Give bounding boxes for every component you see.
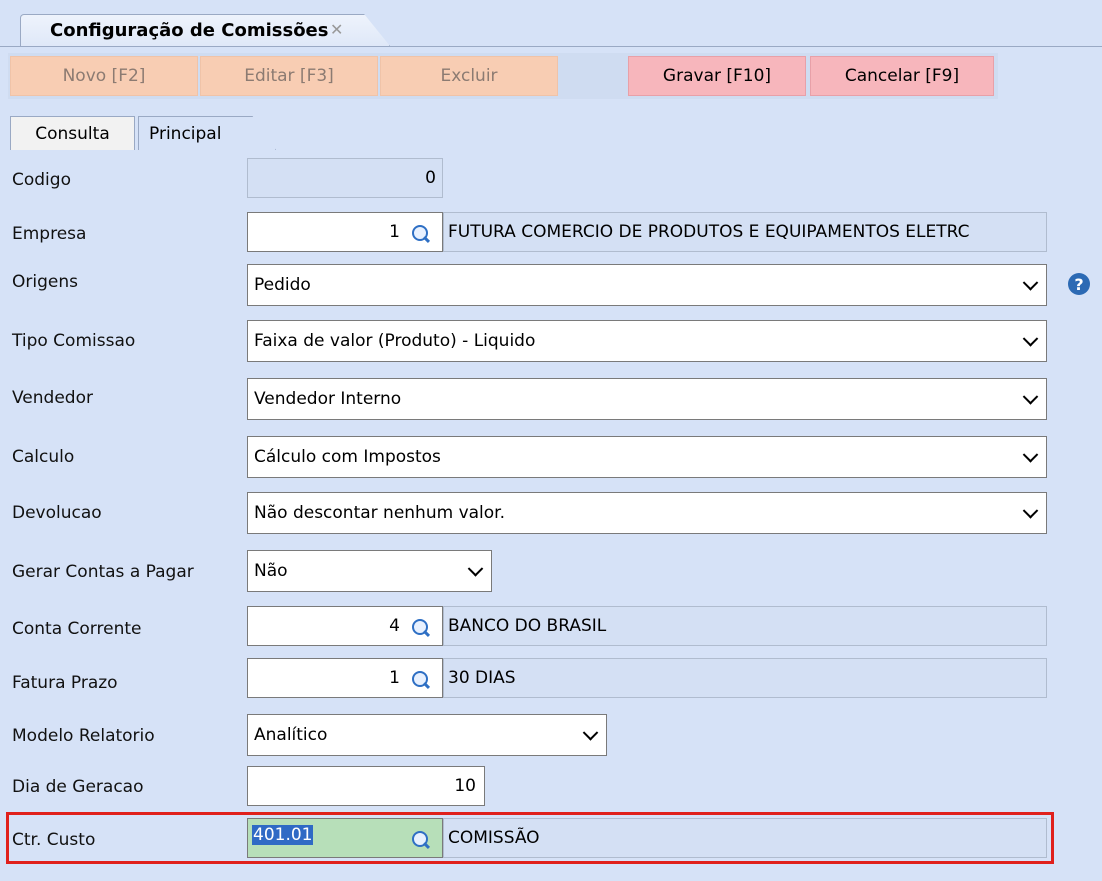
tipo-comissao-select[interactable]: Faixa de valor (Produto) - Liquido	[247, 320, 1047, 362]
fatura-prazo-description-text: 30 DIAS	[448, 668, 516, 688]
codigo-field: 0	[247, 158, 443, 198]
help-icon[interactable]: ?	[1068, 273, 1090, 295]
chevron-down-icon	[1022, 503, 1039, 519]
empresa-description: FUTURA COMERCIO DE PRODUTOS E EQUIPAMENT…	[443, 212, 1047, 252]
excluir-button[interactable]: Excluir	[380, 56, 558, 96]
vendedor-value: Vendedor Interno	[254, 389, 402, 409]
ctr-custo-code-input[interactable]: 401.01	[247, 818, 443, 858]
gerar-contas-value: Não	[254, 561, 288, 581]
chevron-down-icon	[1022, 447, 1039, 463]
dia-geracao-input[interactable]: 10	[247, 766, 485, 806]
editar-button[interactable]: Editar [F3]	[200, 56, 378, 96]
dia-geracao-value: 10	[454, 776, 476, 796]
conta-corrente-description: BANCO DO BRASIL	[443, 606, 1047, 646]
chevron-down-icon	[1022, 331, 1039, 347]
chevron-down-icon	[1022, 389, 1039, 405]
modelo-relatorio-select[interactable]: Analítico	[247, 714, 607, 756]
empresa-label: Empresa	[12, 224, 87, 244]
tipo-comissao-label: Tipo Comissao	[12, 331, 136, 351]
tab-principal[interactable]: Principal	[138, 116, 276, 150]
codigo-value: 0	[425, 168, 436, 188]
empresa-code-input[interactable]: 1	[247, 212, 443, 252]
fatura-prazo-label: Fatura Prazo	[12, 673, 118, 693]
window-tab-title: Configuração de Comissões	[50, 20, 329, 41]
fatura-prazo-code: 1	[389, 668, 400, 688]
ctr-custo-description-text: COMISSÃO	[448, 828, 540, 848]
chevron-down-icon	[582, 725, 599, 741]
calculo-label: Calculo	[12, 447, 75, 467]
origens-value: Pedido	[254, 275, 311, 295]
devolucao-value: Não descontar nenhum valor.	[254, 503, 505, 523]
codigo-label: Codigo	[12, 170, 71, 190]
chevron-down-icon	[467, 561, 484, 577]
lookup-icon[interactable]	[412, 619, 428, 635]
dia-geracao-label: Dia de Geracao	[12, 777, 144, 797]
ctr-custo-label: Ctr. Custo	[12, 830, 96, 850]
empresa-code: 1	[389, 222, 400, 242]
close-icon[interactable]: ✕	[330, 20, 343, 39]
devolucao-select[interactable]: Não descontar nenhum valor.	[247, 492, 1047, 534]
origens-label: Origens	[12, 272, 78, 292]
lookup-icon[interactable]	[412, 225, 428, 241]
gerar-contas-select[interactable]: Não	[247, 550, 492, 592]
ctr-custo-code: 401.01	[252, 825, 314, 845]
fatura-prazo-code-input[interactable]: 1	[247, 658, 443, 698]
cancelar-button[interactable]: Cancelar [F9]	[810, 56, 994, 96]
conta-corrente-code: 4	[389, 616, 400, 636]
conta-corrente-description-text: BANCO DO BRASIL	[448, 616, 607, 636]
empresa-description-text: FUTURA COMERCIO DE PRODUTOS E EQUIPAMENT…	[448, 222, 970, 242]
gravar-button[interactable]: Gravar [F10]	[628, 56, 806, 96]
conta-corrente-code-input[interactable]: 4	[247, 606, 443, 646]
devolucao-label: Devolucao	[12, 503, 102, 523]
tab-consulta[interactable]: Consulta	[10, 116, 135, 150]
lookup-icon[interactable]	[412, 671, 428, 687]
conta-corrente-label: Conta Corrente	[12, 619, 142, 639]
vendedor-select[interactable]: Vendedor Interno	[247, 378, 1047, 420]
vendedor-label: Vendedor	[12, 388, 93, 408]
calculo-value: Cálculo com Impostos	[254, 447, 441, 467]
ctr-custo-description: COMISSÃO	[443, 818, 1047, 858]
modelo-relatorio-value: Analítico	[254, 725, 328, 745]
tipo-comissao-value: Faixa de valor (Produto) - Liquido	[254, 331, 536, 351]
gerar-contas-label: Gerar Contas a Pagar	[12, 562, 194, 582]
lookup-icon[interactable]	[412, 831, 428, 847]
novo-button[interactable]: Novo [F2]	[10, 56, 198, 96]
modelo-relatorio-label: Modelo Relatorio	[12, 726, 155, 746]
calculo-select[interactable]: Cálculo com Impostos	[247, 436, 1047, 478]
chevron-down-icon	[1022, 275, 1039, 291]
origens-select[interactable]: Pedido	[247, 264, 1047, 306]
tab-divider	[0, 46, 1102, 47]
fatura-prazo-description: 30 DIAS	[443, 658, 1047, 698]
